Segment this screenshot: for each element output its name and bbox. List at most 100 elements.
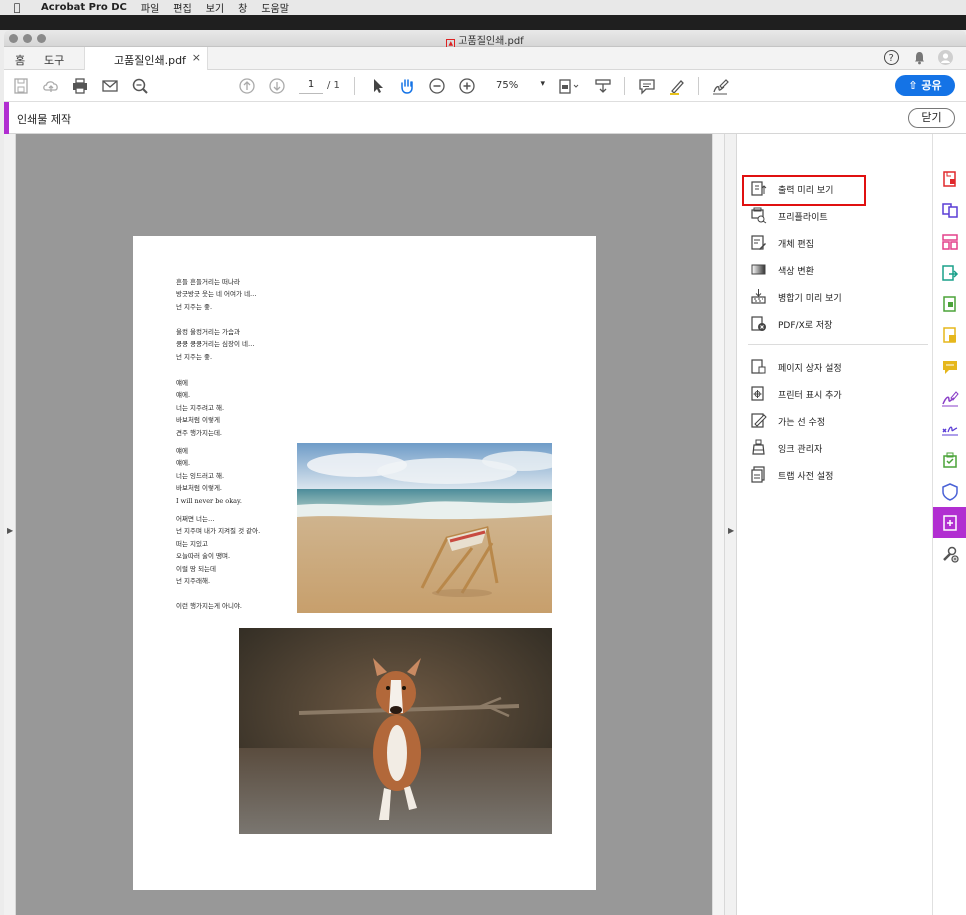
tool-label: 병합기 미리 보기 (778, 294, 842, 304)
tool-pane-toggle[interactable]: ▶ (724, 134, 737, 915)
help-icon[interactable]: ? (884, 50, 899, 65)
zoom-in-icon[interactable] (457, 76, 477, 96)
poem-stanza: 울컹 울컹거리는 가슴과 쿵쿵 쿵쿵거리는 심장이 네… 넌 지주는 좋. (176, 328, 255, 361)
share-button-label: 공유 (921, 79, 942, 92)
tool-label: 트랩 사전 설정 (778, 472, 834, 482)
left-pane-toggle[interactable]: ▶ (4, 134, 16, 915)
set-page-boxes-icon (750, 358, 767, 375)
expand-left-arrow-icon[interactable]: ▶ (7, 526, 13, 535)
tool-fix-hairlines[interactable]: 가는 선 수정 (748, 411, 928, 431)
fill-sign-icon[interactable] (941, 389, 959, 407)
collapse-pane-arrow-icon[interactable]: ▶ (728, 526, 734, 535)
window-title-text: 고품질인쇄.pdf (458, 36, 524, 47)
organize-pages-icon[interactable] (941, 233, 959, 251)
share-button[interactable]: ⇧︎ 공유 (895, 75, 955, 96)
protect-shield-icon[interactable] (941, 483, 959, 501)
menu-view[interactable]: 보기 (199, 0, 231, 15)
select-arrow-icon[interactable] (367, 76, 387, 96)
tool-label: 가는 선 수정 (778, 418, 826, 428)
avatar[interactable] (938, 50, 953, 65)
apple-menu-icon[interactable]:  (0, 1, 34, 14)
tool-label: 프린터 표시 추가 (778, 391, 842, 401)
print-production-tools-panel: 출력 미리 보기 프리플라이트 개체 편집 색상 변환 병합기 미리 보기 PD… (738, 134, 932, 915)
close-tab-icon[interactable]: × (192, 51, 201, 64)
cloud-upload-icon[interactable] (41, 76, 61, 96)
convert-colors-icon (750, 261, 767, 278)
page-total: / 1 (327, 80, 340, 91)
email-icon[interactable] (100, 76, 120, 96)
document-viewer[interactable]: 흔들 흔들거리는 떠나라 방긋방긋 웃는 네 어여가 네… 넌 지주는 좋. 울… (16, 134, 725, 915)
menu-help[interactable]: 도움말 (254, 0, 296, 15)
poem-stanza: 어쩌면 너는… 넌 지주며 내가 지켜질 것 같아. 떠는 지있고 오늘따러 술… (176, 515, 261, 586)
tool-trap-presets[interactable]: 트랩 사전 설정 (748, 465, 928, 485)
tab-tools[interactable]: 도구 (44, 52, 64, 68)
svg-text:?: ? (889, 53, 894, 63)
beach-chair-photo (297, 443, 552, 613)
next-page-icon[interactable] (267, 76, 287, 96)
hand-tool-icon[interactable] (397, 76, 417, 96)
send-for-review-icon[interactable] (941, 452, 959, 470)
request-signature-icon[interactable] (941, 420, 959, 438)
menu-file[interactable]: 파일 (134, 0, 166, 15)
title-bar: ▲ 고품질인쇄.pdf (4, 30, 966, 49)
poem-stanza: 이런 행가지는게 아니야. (176, 602, 242, 610)
tab-document[interactable]: 고품질인쇄.pdf × (84, 47, 208, 70)
tool-ink-manager[interactable]: 잉크 관리자 (748, 438, 928, 458)
close-tool-button[interactable]: 닫기 (908, 108, 955, 128)
toolbar-divider (354, 77, 355, 95)
tool-edit-object[interactable]: 개체 편집 (748, 233, 928, 253)
zoom-search-icon[interactable] (130, 76, 150, 96)
zoom-level-select[interactable]: 75% ▾ (489, 79, 547, 94)
poem-stanza: 얘에 얘에. 너는 지주려고 해. 바보처럼 이렇게 견주 행가지는데. (176, 379, 225, 437)
dog-with-stick-photo (239, 628, 552, 834)
trap-presets-icon (750, 466, 767, 483)
tool-label: 출력 미리 보기 (778, 186, 834, 196)
tool-add-printer-marks[interactable]: 프린터 표시 추가 (748, 384, 928, 404)
tool-label: 프리플라이트 (778, 213, 828, 223)
tool-flattener-preview[interactable]: 병합기 미리 보기 (748, 287, 928, 307)
tool-output-preview[interactable]: 출력 미리 보기 (742, 175, 928, 206)
combine-files-icon[interactable] (941, 201, 959, 219)
desktop-background (0, 15, 966, 30)
save-icon[interactable] (11, 76, 31, 96)
toolbar-divider (698, 77, 699, 95)
export-pdf-icon[interactable] (941, 264, 959, 282)
flattener-preview-icon (750, 288, 767, 305)
print-production-icon[interactable] (941, 514, 959, 532)
create-pdf-icon[interactable] (941, 170, 959, 188)
tool-panel-header: 인쇄물 제작 닫기 (4, 102, 966, 134)
comment-icon[interactable] (637, 76, 657, 96)
tool-preflight[interactable]: 프리플라이트 (748, 206, 928, 226)
tools-sidebar (932, 134, 966, 915)
print-icon[interactable] (70, 76, 90, 96)
bell-icon[interactable] (912, 50, 927, 65)
tool-set-page-boxes[interactable]: 페이지 상자 설정 (748, 357, 928, 377)
menu-app-name[interactable]: Acrobat Pro DC (34, 2, 134, 13)
sign-pen-icon[interactable] (710, 76, 730, 96)
tool-label: 페이지 상자 설정 (778, 364, 842, 374)
comment-tool-icon[interactable] (941, 358, 959, 376)
tool-save-pdfx[interactable]: PDF/X로 저장 (748, 314, 928, 334)
page-layout-icon[interactable] (557, 76, 581, 96)
customize-tools-icon[interactable] (941, 545, 959, 563)
scroll-mode-icon[interactable] (593, 76, 613, 96)
menu-edit[interactable]: 편집 (166, 0, 198, 15)
toolbar: 1 / 1 75% ▾ ⇧︎ 공유 (4, 70, 966, 102)
edit-pdf-icon[interactable] (941, 295, 959, 313)
fix-hairlines-icon (750, 412, 767, 429)
tool-convert-colors[interactable]: 색상 변환 (748, 260, 928, 280)
pdf-page: 흔들 흔들거리는 떠나라 방긋방긋 웃는 네 어여가 네… 넌 지주는 좋. 울… (133, 236, 596, 890)
poem-stanza: 흔들 흔들거리는 떠나라 방긋방긋 웃는 네 어여가 네… 넌 지주는 좋. (176, 278, 257, 311)
page-number-input[interactable]: 1 (299, 79, 323, 94)
acrobat-window: ▲ 고품질인쇄.pdf 홈 도구 고품질인쇄.pdf × ? 1 / 1 75%… (4, 30, 966, 915)
previous-page-icon[interactable] (237, 76, 257, 96)
poem-stanza: 얘에 얘에. 너는 잉드러고 해. 바보처럼 이렇게. I will never… (176, 447, 242, 505)
mac-menubar:  Acrobat Pro DC 파일 편집 보기 창 도움말 (0, 0, 966, 15)
tab-home[interactable]: 홈 (15, 52, 25, 68)
highlight-pen-icon[interactable] (667, 76, 687, 96)
chevron-down-icon: ▾ (540, 79, 545, 89)
add-printer-marks-icon (750, 385, 767, 402)
zoom-out-icon[interactable] (427, 76, 447, 96)
export-to-office-icon[interactable] (941, 326, 959, 344)
menu-window[interactable]: 창 (231, 0, 254, 15)
